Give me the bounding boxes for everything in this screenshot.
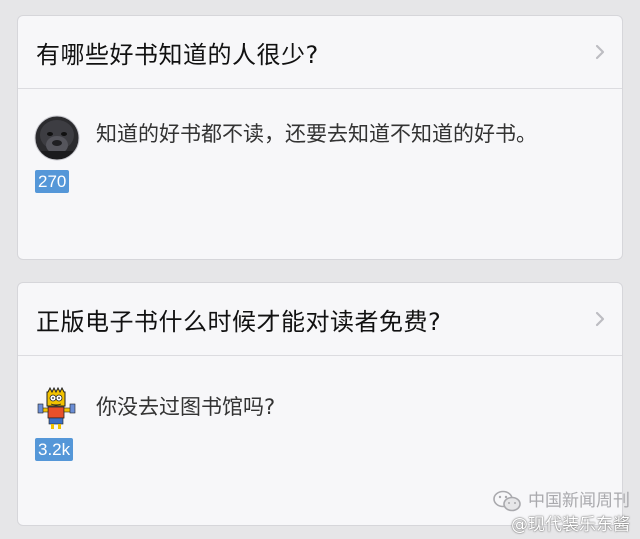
question-header[interactable]: 有哪些好书知道的人很少? [18,16,622,89]
answer-text[interactable]: 知道的好书都不读，还要去知道不知道的好书。 [96,119,596,149]
cartoon-character-avatar-icon[interactable] [34,386,80,432]
gorilla-avatar-icon[interactable] [34,115,80,161]
chevron-right-icon[interactable] [592,43,608,61]
question-card: 有哪些好书知道的人很少? 270 知道的好书都不读，还要去知道不知道的好书。 [17,15,623,260]
watermark: 中国新闻周刊 @现代装乐东酱 [492,489,630,537]
vote-count-badge: 270 [35,170,70,193]
question-title[interactable]: 正版电子书什么时候才能对读者免费? [36,302,441,337]
watermark-source: 中国新闻周刊 [528,491,630,511]
chevron-right-icon[interactable] [592,310,608,328]
vote-count-badge: 3.2k [35,438,74,461]
watermark-author: @现代装乐东酱 [511,515,630,535]
question-header[interactable]: 正版电子书什么时候才能对读者免费? [18,283,622,356]
watermark-line: 中国新闻周刊 [492,489,630,513]
answer-preview[interactable]: 270 知道的好书都不读，还要去知道不知道的好书。 [18,89,622,259]
answer-text[interactable]: 你没去过图书馆吗? [96,392,596,422]
question-title[interactable]: 有哪些好书知道的人很少? [36,35,319,70]
wechat-icon [493,490,521,512]
feed-page: 有哪些好书知道的人很少? 270 知道的好书都不读，还要去知道不知道的好书。 正… [0,0,640,539]
